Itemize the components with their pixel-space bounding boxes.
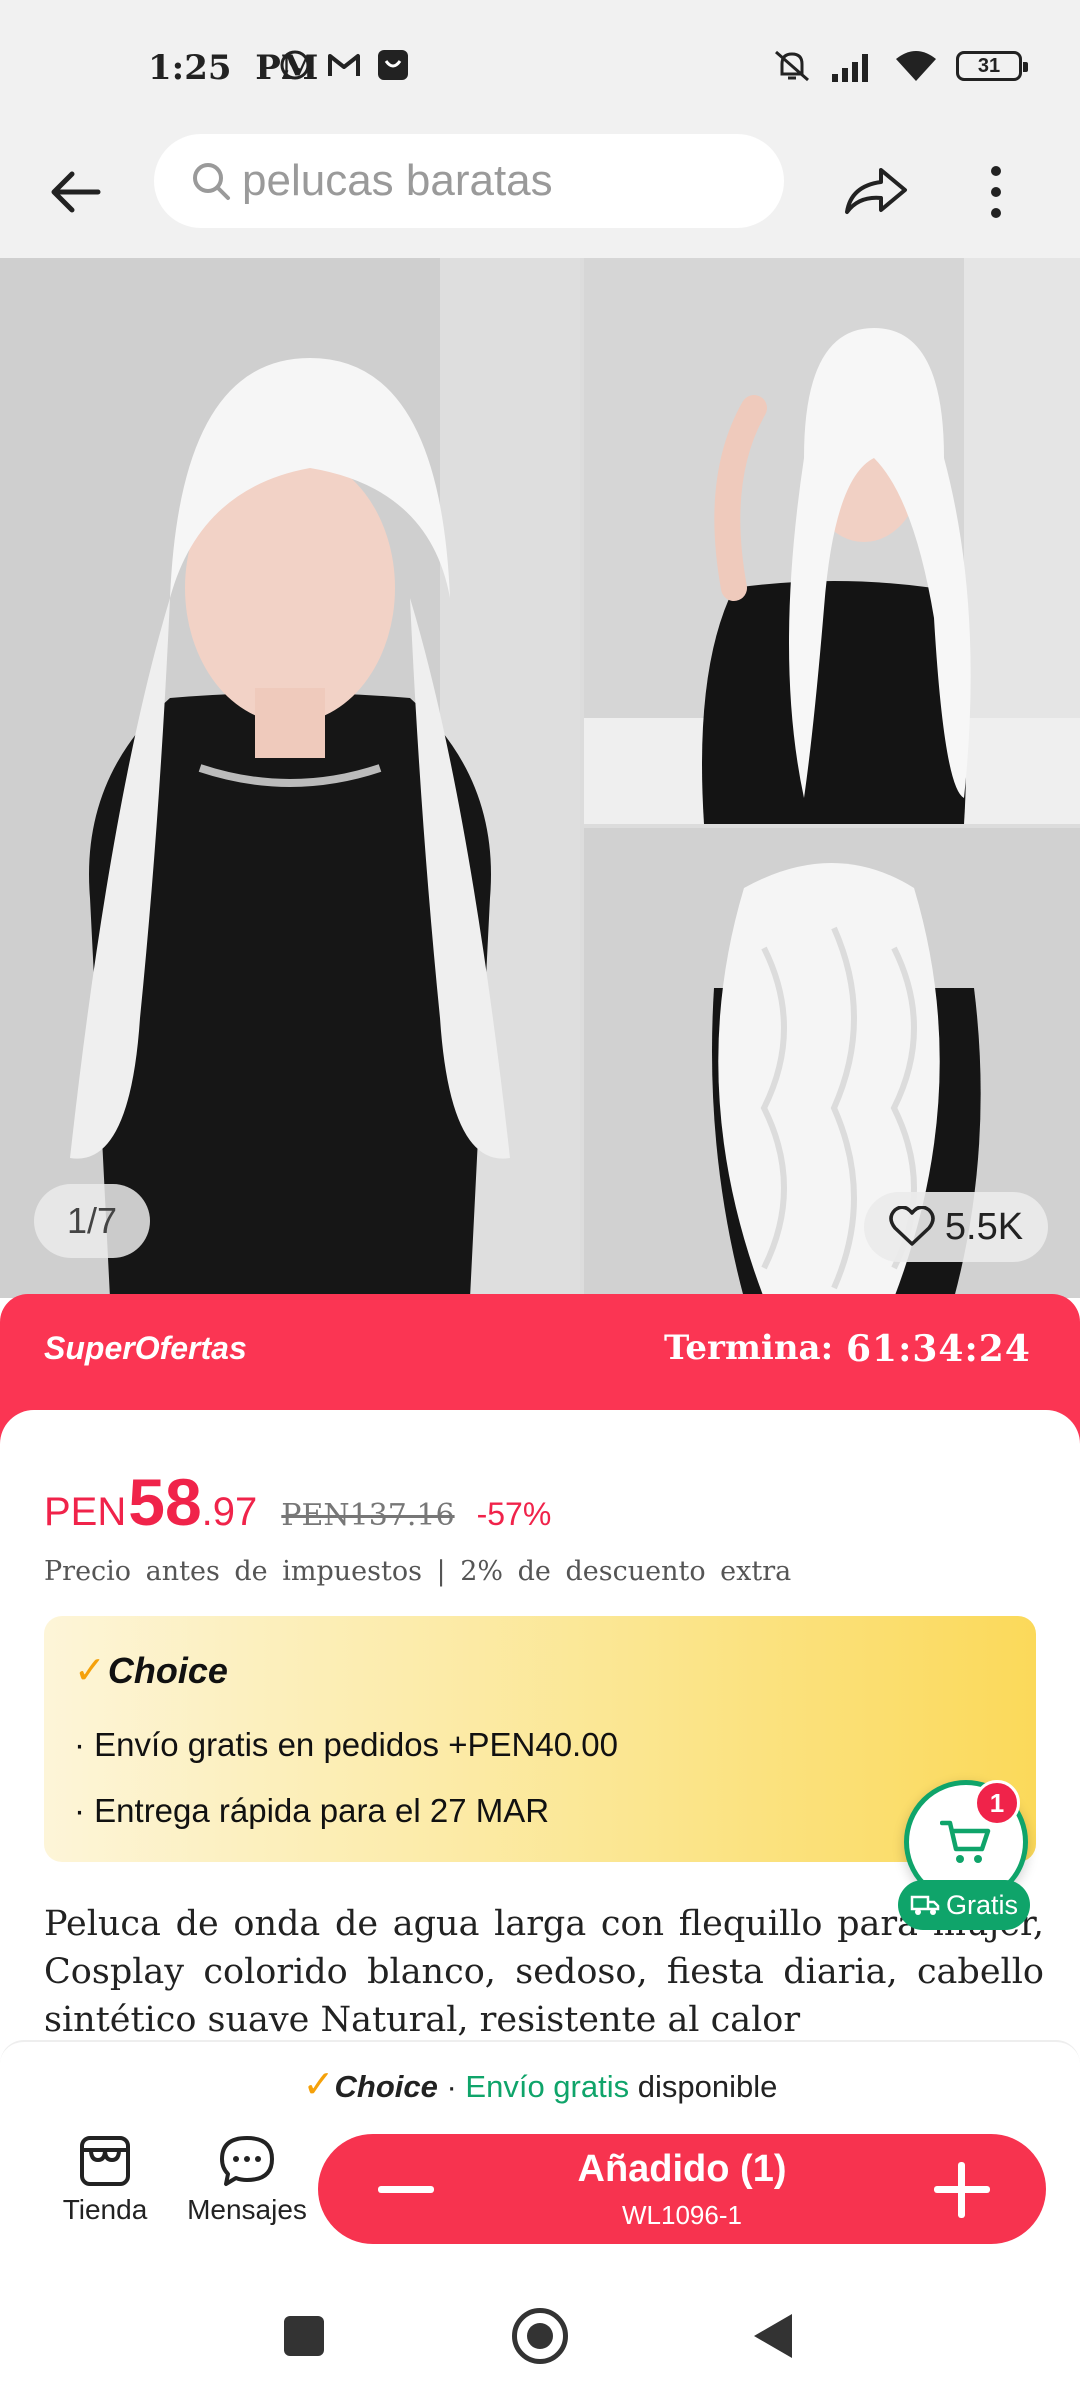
gmail-icon <box>328 54 360 76</box>
offer-ends-label: Termina: <box>664 1328 834 1368</box>
heart-icon <box>889 1206 935 1246</box>
wishlist-button[interactable]: 5.5K <box>864 1192 1048 1262</box>
choice-free-shipping: · Envío gratis en pedidos +PEN40.00 <box>74 1726 618 1763</box>
system-navigation-bar <box>0 2288 1080 2400</box>
signal-icon <box>832 54 868 82</box>
checkmark-icon: ✓ <box>302 2064 335 2106</box>
product-gallery[interactable]: 1/7 5.5K <box>0 258 1080 1298</box>
share-icon <box>845 168 907 214</box>
search-input[interactable]: pelucas baratas <box>154 134 784 228</box>
back-button[interactable] <box>40 156 112 228</box>
messages-button[interactable]: Mensajes <box>182 2134 312 2254</box>
product-title: Peluca de onda de agua larga con flequil… <box>44 1904 1044 2040</box>
wifi-icon <box>896 51 936 81</box>
plus-icon <box>934 2162 990 2218</box>
original-price: PEN137.16 <box>281 1498 455 1533</box>
image-counter: 1/7 <box>34 1184 150 1258</box>
wig-model-pose-image <box>584 258 1080 824</box>
price-row: PEN 58 .97 PEN137.16 -57% <box>44 1464 551 1540</box>
chat-bubble-icon <box>220 2136 274 2186</box>
wig-model-front-image <box>0 258 580 1298</box>
choice-fast-delivery: · Entrega rápida para el 27 MAR <box>74 1792 550 1829</box>
status-bar: 1:25 PM 31 <box>0 0 1080 130</box>
more-options-button[interactable] <box>966 152 1026 232</box>
choice-logo: ✓ Choice <box>74 1649 228 1693</box>
whatsapp-icon <box>280 50 310 80</box>
recents-button[interactable] <box>284 2316 324 2356</box>
product-photo-side[interactable] <box>584 258 1080 824</box>
notification-icons <box>278 48 410 82</box>
likes-count: 5.5K <box>944 1205 1024 1248</box>
choice-benefits[interactable]: ✓ Choice · Envío gratis en pedidos +PEN4… <box>44 1616 1036 1862</box>
price-decimal: .97 <box>201 1490 258 1534</box>
bottom-action-bar: ✓Choice · Envío gratis disponible Tienda… <box>0 2040 1080 2288</box>
store-label: Tienda <box>62 2194 148 2225</box>
battery-icon: 31 <box>956 51 1028 81</box>
checkmark-icon: ✓ <box>74 1650 106 1692</box>
cart-icon <box>940 1820 991 1863</box>
product-info: PEN 58 .97 PEN137.16 -57% Precio antes d… <box>0 1410 1080 2050</box>
search-query: pelucas baratas <box>242 156 553 205</box>
add-to-cart-stepper: Añadido (1) WL1096-1 <box>318 2134 1046 2244</box>
increase-quantity-button[interactable] <box>928 2156 996 2224</box>
share-button[interactable] <box>836 156 916 228</box>
shopping-icon <box>378 50 408 80</box>
messages-label: Mensajes <box>187 2194 307 2225</box>
offer-title: SuperOfertas <box>44 1330 247 1366</box>
price-currency: PEN <box>44 1490 127 1534</box>
offer-countdown: 61:34:24 <box>846 1328 1031 1370</box>
truck-icon <box>910 1895 940 1915</box>
shipping-availability: ✓Choice · Envío gratis disponible <box>302 2064 778 2106</box>
product-photo-main[interactable] <box>0 258 580 1298</box>
more-vertical-icon <box>991 166 1001 218</box>
discount-badge: -57% <box>476 1496 552 1532</box>
price-note: Precio antes de impuestos | 2% de descue… <box>44 1556 792 1587</box>
search-icon <box>193 163 230 200</box>
cart-count-badge: 1 <box>974 1780 1020 1826</box>
free-shipping-pill: Gratis <box>898 1880 1030 1930</box>
system-icons: 31 <box>772 48 1028 84</box>
top-header: pelucas baratas <box>0 130 1080 258</box>
store-button[interactable]: Tienda <box>40 2134 170 2254</box>
mute-icon <box>775 50 809 82</box>
price-integer: 58 <box>128 1465 202 1539</box>
arrow-left-icon <box>51 171 101 213</box>
home-button[interactable] <box>512 2308 568 2364</box>
store-icon <box>80 2136 130 2186</box>
system-back-button[interactable] <box>754 2314 792 2358</box>
